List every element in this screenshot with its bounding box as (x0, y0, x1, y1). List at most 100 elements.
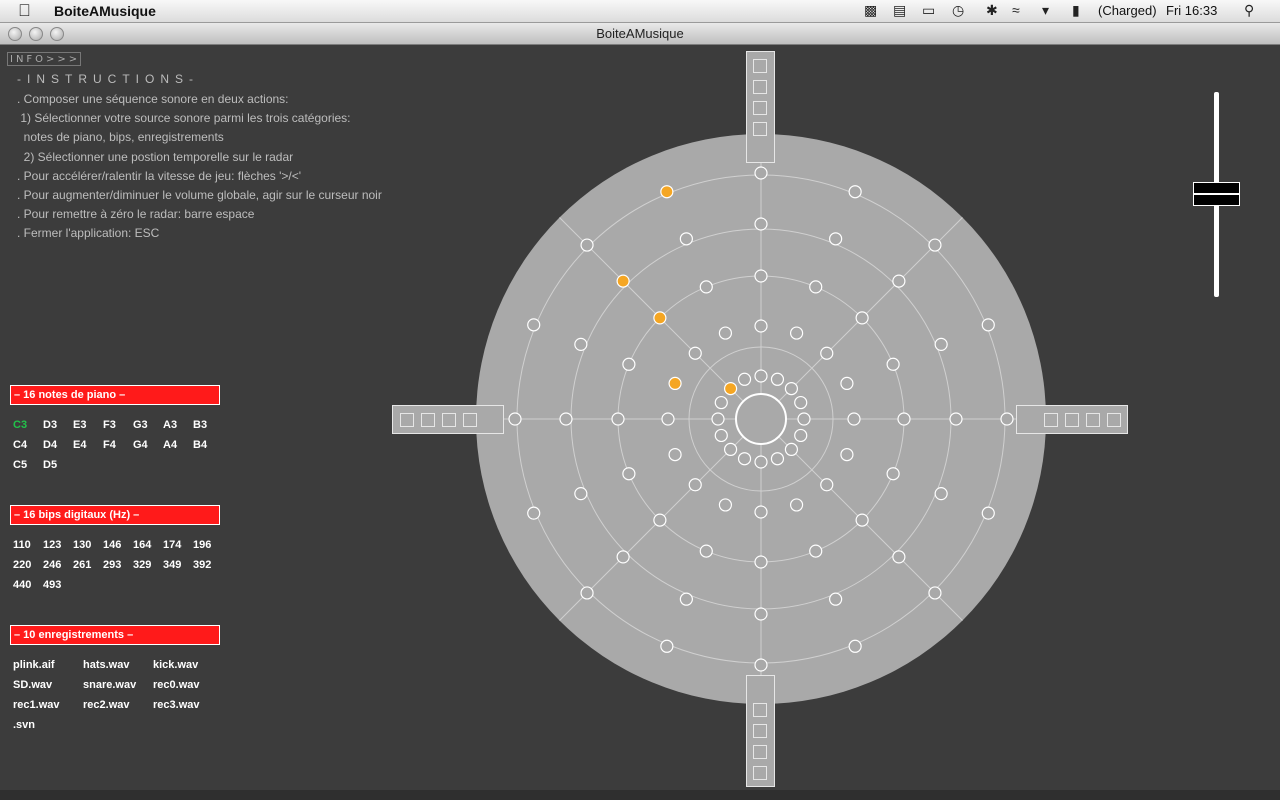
radar-node[interactable] (892, 274, 906, 288)
radar-node[interactable] (840, 376, 854, 391)
radar-node[interactable] (981, 506, 995, 520)
radar-node[interactable] (855, 513, 869, 527)
dock-slot[interactable] (463, 413, 477, 427)
radar-node[interactable] (527, 318, 541, 332)
radar-node[interactable] (754, 319, 768, 333)
os-dock-strip (0, 790, 1280, 800)
dock-slot[interactable] (753, 59, 767, 73)
radar-node[interactable] (754, 217, 768, 231)
volume-slider-thumb[interactable] (1193, 182, 1240, 206)
radar-node[interactable] (820, 478, 834, 492)
radar-node[interactable] (886, 467, 900, 481)
radar-node[interactable] (928, 238, 942, 252)
radar-node[interactable] (737, 452, 752, 466)
radar-node[interactable] (809, 280, 823, 294)
radar-node[interactable] (718, 326, 733, 340)
radar-node[interactable] (754, 166, 768, 180)
radar-node[interactable] (886, 357, 900, 371)
dock-slot[interactable] (753, 101, 767, 115)
dock-slot[interactable] (753, 122, 767, 136)
dock-slot[interactable] (753, 724, 767, 738)
radar-node[interactable] (723, 442, 738, 457)
radar-node[interactable] (770, 452, 785, 466)
radar-node[interactable] (934, 487, 948, 501)
radar-node[interactable] (892, 550, 906, 564)
dock-slot[interactable] (1065, 413, 1079, 427)
radar-center-hub[interactable] (735, 393, 787, 445)
dock-slot[interactable] (400, 413, 414, 427)
radar-node[interactable] (611, 412, 625, 426)
radar-node[interactable] (797, 412, 811, 426)
radar-node[interactable] (668, 447, 682, 462)
radar-node[interactable] (754, 505, 768, 519)
radar-node[interactable] (847, 412, 861, 426)
radar-node[interactable] (622, 357, 636, 371)
radar-node[interactable] (784, 442, 799, 457)
radar-node-active[interactable] (616, 274, 630, 288)
radar-node[interactable] (653, 513, 667, 527)
radar-node-active[interactable] (668, 376, 682, 391)
radar-node[interactable] (574, 487, 588, 501)
radar-node[interactable] (714, 428, 728, 443)
radar-node[interactable] (754, 455, 768, 469)
radar-node[interactable] (934, 337, 948, 351)
radar-node[interactable] (754, 555, 768, 569)
dock-slot[interactable] (1086, 413, 1100, 427)
radar-node[interactable] (829, 232, 843, 246)
radar-node[interactable] (770, 372, 785, 386)
radar-node[interactable] (754, 369, 768, 383)
radar-node[interactable] (622, 467, 636, 481)
radar-node[interactable] (1000, 412, 1014, 426)
radar-node[interactable] (754, 658, 768, 672)
radar-node[interactable] (688, 346, 702, 360)
radar-node[interactable] (840, 447, 854, 462)
radar-node[interactable] (699, 544, 713, 558)
radar-node[interactable] (848, 639, 862, 653)
radar-node-active[interactable] (653, 311, 667, 325)
dock-slot[interactable] (753, 703, 767, 717)
dock-slot[interactable] (753, 80, 767, 94)
radar-node[interactable] (784, 381, 799, 396)
dock-slot[interactable] (753, 766, 767, 780)
radar-node[interactable] (789, 326, 804, 340)
radar-node[interactable] (679, 592, 693, 606)
dock-slot[interactable] (753, 745, 767, 759)
radar-node[interactable] (754, 269, 768, 283)
dock-slot[interactable] (442, 413, 456, 427)
radar-node[interactable] (855, 311, 869, 325)
radar-node[interactable] (527, 506, 541, 520)
radar-node[interactable] (829, 592, 843, 606)
radar-node[interactable] (848, 185, 862, 199)
radar-node-active[interactable] (660, 185, 674, 199)
radar-node[interactable] (754, 607, 768, 621)
radar-node[interactable] (661, 412, 675, 426)
radar-node[interactable] (718, 498, 733, 512)
radar-node[interactable] (794, 395, 808, 410)
radar-node[interactable] (794, 428, 808, 443)
radar-node[interactable] (711, 412, 725, 426)
radar-node[interactable] (616, 550, 630, 564)
radar-node[interactable] (574, 337, 588, 351)
radar-node[interactable] (928, 586, 942, 600)
radar-node[interactable] (737, 372, 752, 386)
radar-node[interactable] (820, 346, 834, 360)
radar-node[interactable] (580, 586, 594, 600)
radar-node-active[interactable] (723, 381, 738, 396)
radar[interactable] (0, 0, 1280, 800)
radar-node[interactable] (699, 280, 713, 294)
radar-node[interactable] (559, 412, 573, 426)
radar-node[interactable] (809, 544, 823, 558)
dock-slot[interactable] (1107, 413, 1121, 427)
radar-node[interactable] (981, 318, 995, 332)
dock-slot[interactable] (1044, 413, 1058, 427)
radar-node[interactable] (949, 412, 963, 426)
radar-node[interactable] (714, 395, 728, 410)
radar-node[interactable] (660, 639, 674, 653)
radar-node[interactable] (508, 412, 522, 426)
radar-node[interactable] (679, 232, 693, 246)
radar-node[interactable] (688, 478, 702, 492)
radar-node[interactable] (789, 498, 804, 512)
dock-slot[interactable] (421, 413, 435, 427)
radar-node[interactable] (580, 238, 594, 252)
radar-node[interactable] (897, 412, 911, 426)
